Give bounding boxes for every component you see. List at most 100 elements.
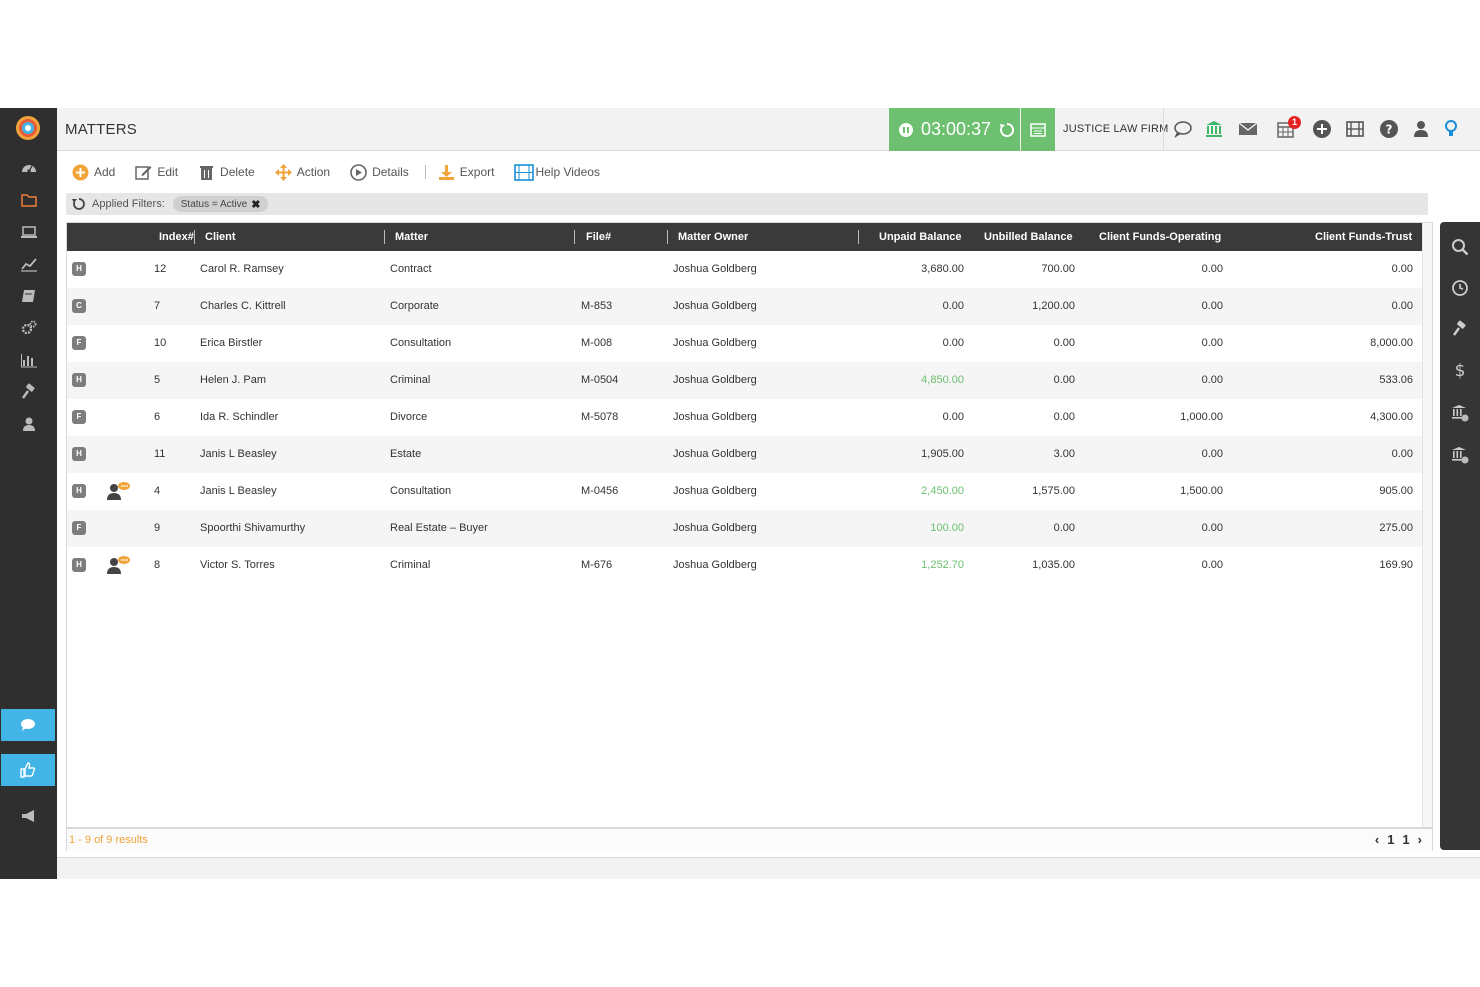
sidebar-analytics[interactable]: [0, 248, 57, 280]
column-header-operating[interactable]: Client Funds-Operating: [1099, 231, 1221, 243]
cell-matter: Estate: [390, 448, 422, 460]
delete-button[interactable]: Delete: [198, 164, 255, 181]
cell-index: 6: [154, 411, 161, 423]
table-row[interactable]: H 5 Helen J. Pam Criminal M-0504 Joshua Goldb…: [67, 362, 1423, 399]
messages-button[interactable]: [1172, 118, 1194, 140]
matter-type-badge: H: [72, 262, 86, 276]
download-icon: [438, 164, 454, 180]
column-header-index[interactable]: Index#: [159, 231, 194, 243]
table-scrollbar[interactable]: [1422, 223, 1432, 827]
prev-page-button[interactable]: ‹: [1375, 832, 1379, 847]
quick-add-button[interactable]: [1311, 118, 1333, 140]
edit-button[interactable]: Edit: [135, 164, 178, 181]
cell-owner: Joshua Goldberg: [673, 411, 757, 423]
help-videos-button[interactable]: Help Videos: [514, 163, 600, 181]
calendar-button[interactable]: 1: [1275, 116, 1301, 140]
help-icon: ?: [1380, 120, 1398, 138]
table-row[interactable]: H 12 Carol R. Ramsey Contract Joshua Goldber…: [67, 251, 1423, 288]
cell-client: Carol R. Ramsey: [200, 263, 284, 275]
total-pages: 1: [1402, 832, 1410, 847]
cell-index: 11: [154, 448, 166, 460]
column-header-client[interactable]: Client: [205, 231, 236, 243]
arrow-circle-icon: [350, 163, 367, 181]
table-row[interactable]: F 6 Ida R. Schindler Divorce M-5078 Joshua Go…: [67, 399, 1423, 436]
shared-user-icon[interactable]: [105, 555, 131, 575]
action-button[interactable]: Action: [274, 163, 330, 181]
column-header-matter[interactable]: Matter: [395, 231, 428, 243]
right-search-button[interactable]: [1449, 236, 1471, 258]
chart-icon: [20, 258, 37, 272]
feedback-button[interactable]: [1, 754, 55, 786]
timer-widget[interactable]: 03:00:37: [889, 108, 1020, 151]
help-button[interactable]: ?: [1378, 118, 1400, 140]
calendar-badge: 1: [1288, 116, 1301, 129]
cell-operating: 0.00: [1201, 337, 1223, 349]
svg-text:$: $: [1455, 361, 1466, 379]
cell-file: M-0456: [581, 485, 619, 497]
sidebar-dashboard[interactable]: [0, 152, 57, 184]
settings-icon: [21, 320, 36, 335]
shared-user-icon[interactable]: [105, 481, 131, 501]
announcements-button[interactable]: [0, 800, 57, 832]
table-row[interactable]: F 10 Erica Birstler Consultation M-008 Joshua…: [67, 325, 1423, 362]
remove-filter-icon[interactable]: ✖: [251, 198, 260, 211]
table-row[interactable]: H 8 Victor S. Torres Criminal M-676 Joshua Go…: [67, 547, 1423, 584]
bank-icon: [1206, 121, 1222, 137]
timesheet-button[interactable]: [1021, 108, 1055, 151]
tips-button[interactable]: [1440, 118, 1462, 140]
sidebar-library[interactable]: [0, 280, 57, 312]
table-row[interactable]: H 4 Janis L Beasley Consultation M-0456 Joshu…: [67, 473, 1423, 510]
firm-name[interactable]: JUSTICE LAW FIRM: [1063, 123, 1168, 135]
film-icon: [1346, 121, 1364, 137]
profile-button[interactable]: [1410, 118, 1432, 140]
search-icon: [1452, 239, 1469, 256]
reset-icon[interactable]: [999, 122, 1015, 138]
cell-trust: 169.90: [1379, 559, 1413, 571]
app-logo-icon[interactable]: [14, 114, 42, 142]
right-time-button[interactable]: [1449, 277, 1471, 299]
sidebar-matters[interactable]: [0, 184, 57, 216]
videos-button[interactable]: [1344, 118, 1366, 140]
details-button[interactable]: Details: [350, 163, 409, 181]
trust-bank-button[interactable]: [1203, 118, 1225, 140]
right-court-button[interactable]: [1449, 318, 1471, 340]
user-icon: [1414, 121, 1428, 137]
sidebar-settings[interactable]: [0, 312, 57, 344]
clock-icon: [1452, 280, 1468, 296]
column-header-unpaid[interactable]: Unpaid Balance: [879, 231, 962, 243]
table-row[interactable]: C 7 Charles C. Kittrell Corporate M-853 Joshu…: [67, 288, 1423, 325]
sidebar-contacts[interactable]: [0, 408, 57, 440]
right-billing-button[interactable]: $: [1449, 359, 1471, 381]
cell-trust: 4,300.00: [1370, 411, 1413, 423]
cell-client: Charles C. Kittrell: [200, 300, 286, 312]
pause-icon[interactable]: [899, 122, 913, 137]
sidebar-court[interactable]: [0, 376, 57, 408]
filter-chip-status[interactable]: Status = Active ✖: [172, 196, 269, 212]
right-trust-button[interactable]: [1449, 402, 1471, 424]
current-page[interactable]: 1: [1387, 832, 1394, 847]
column-header-file[interactable]: File#: [586, 231, 611, 243]
column-header-trust[interactable]: Client Funds-Trust: [1315, 231, 1412, 243]
column-header-owner[interactable]: Matter Owner: [678, 231, 748, 243]
cell-client: Janis L Beasley: [200, 485, 277, 497]
matter-type-badge: H: [72, 447, 86, 461]
reset-filters-icon[interactable]: [72, 197, 86, 211]
add-button[interactable]: Add: [72, 164, 115, 181]
chat-button[interactable]: [1, 709, 55, 741]
sidebar-reports[interactable]: [0, 344, 57, 376]
email-button[interactable]: [1237, 118, 1259, 140]
cell-matter: Criminal: [390, 374, 431, 386]
table-row[interactable]: F 9 Spoorthi Shivamurthy Real Estate – Buye…: [67, 510, 1423, 547]
column-header-unbilled[interactable]: Unbilled Balance: [984, 231, 1073, 243]
next-page-button[interactable]: ›: [1418, 832, 1422, 847]
sidebar-devices[interactable]: [0, 216, 57, 248]
cell-index: 7: [154, 300, 161, 312]
right-operating-button[interactable]: [1449, 444, 1471, 466]
cell-unbilled: 0.00: [1053, 374, 1075, 386]
folder-icon: [20, 194, 37, 207]
cell-trust: 0.00: [1391, 300, 1413, 312]
export-button[interactable]: Export: [438, 164, 494, 181]
cell-unbilled: 1,035.00: [1032, 559, 1075, 571]
cell-trust: 275.00: [1379, 522, 1413, 534]
table-row[interactable]: H 11 Janis L Beasley Estate Joshua Goldberg 1…: [67, 436, 1423, 473]
